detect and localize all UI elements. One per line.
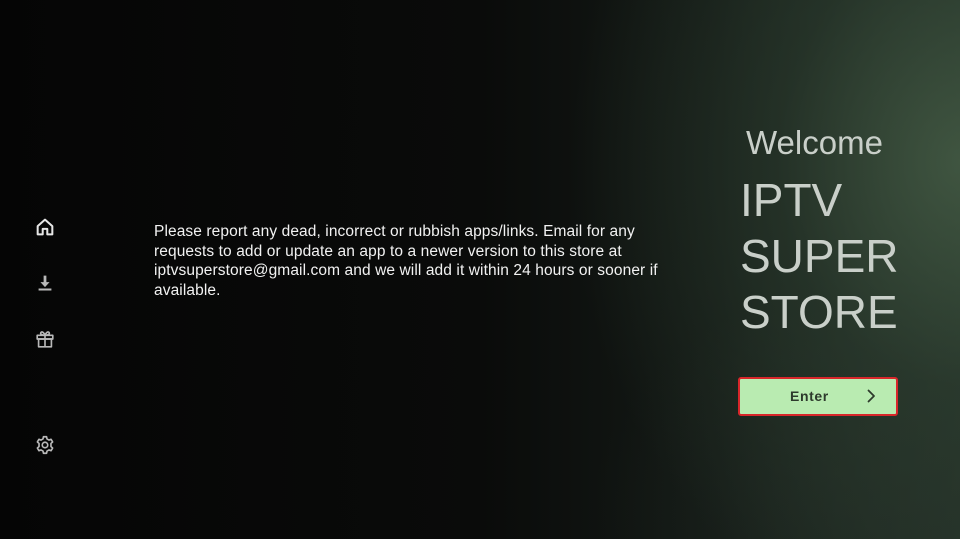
store-title: IPTV SUPER STORE <box>740 172 940 340</box>
sidebar-nav <box>0 0 90 539</box>
enter-button[interactable]: Enter <box>738 377 898 416</box>
sidebar-item-settings[interactable] <box>30 430 60 460</box>
info-message: Please report any dead, incorrect or rub… <box>154 223 658 299</box>
chevron-right-icon <box>867 389 875 403</box>
welcome-text: Welcome <box>746 124 883 161</box>
gear-icon <box>36 435 54 455</box>
sidebar-item-downloads[interactable] <box>30 268 60 298</box>
store-title-line: STORE <box>740 286 898 338</box>
download-icon <box>38 275 52 291</box>
sidebar-item-gifts[interactable] <box>30 324 60 354</box>
store-title-line: IPTV <box>740 174 843 226</box>
store-title-line: SUPER <box>740 230 899 282</box>
gift-icon <box>36 331 54 348</box>
enter-button-label: Enter <box>790 388 829 404</box>
sidebar-item-home[interactable] <box>30 212 60 242</box>
home-icon <box>36 218 54 236</box>
